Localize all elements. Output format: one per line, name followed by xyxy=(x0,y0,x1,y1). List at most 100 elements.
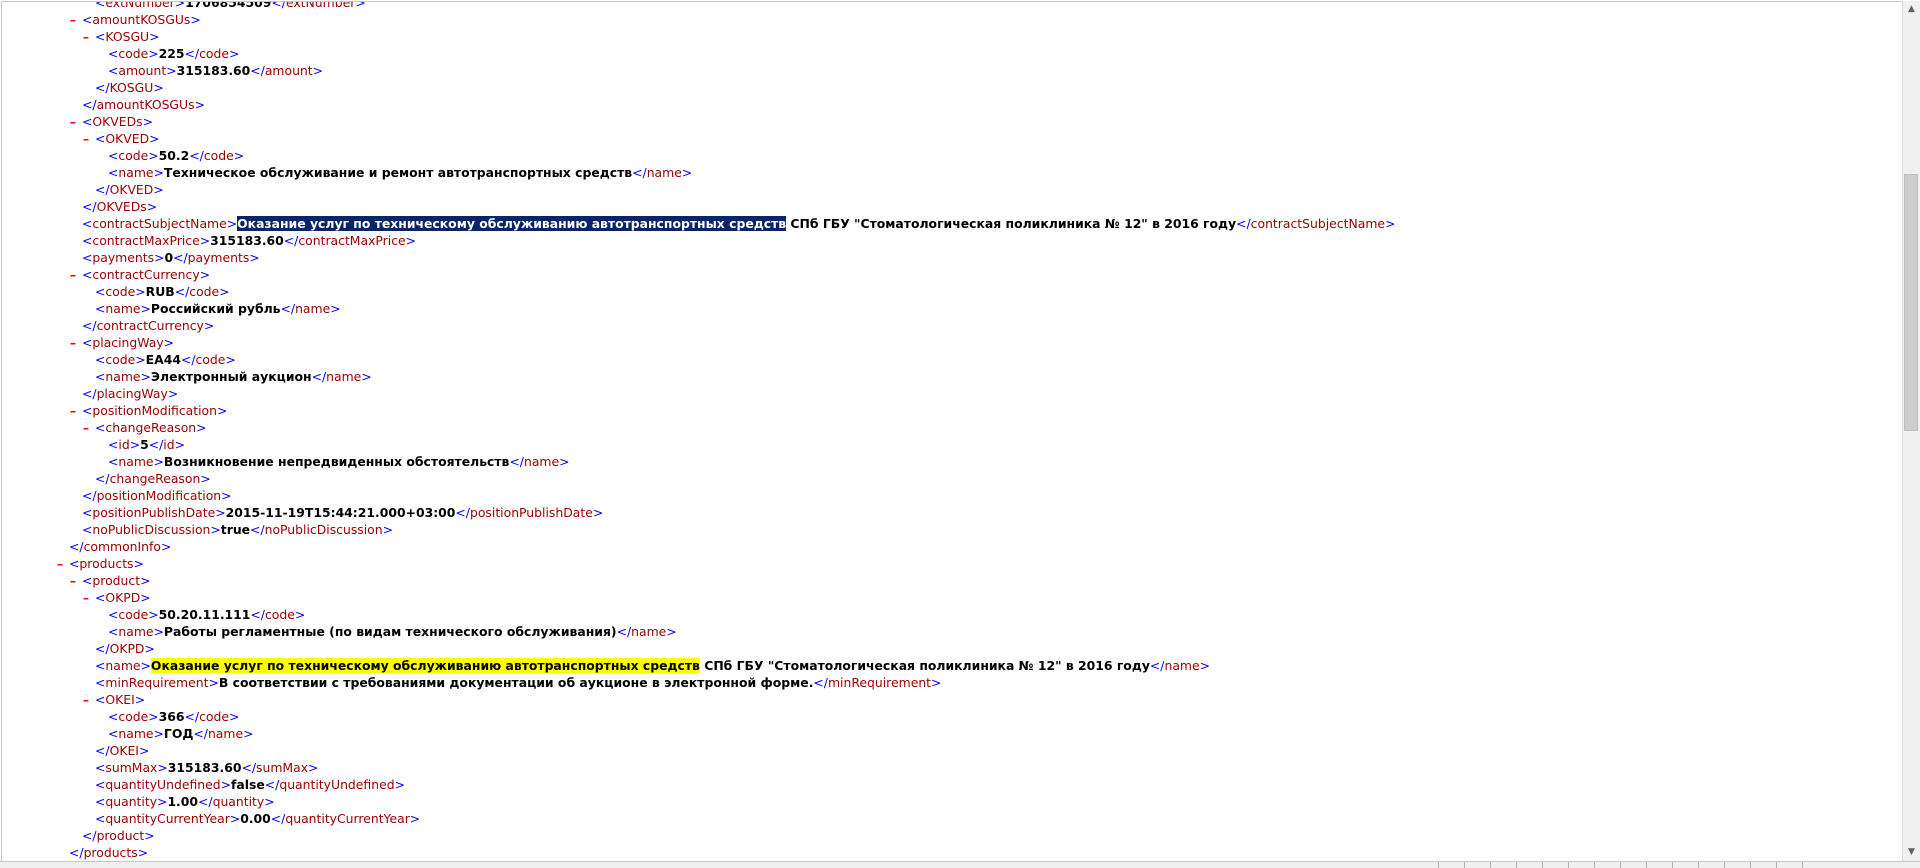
xml-line: <code>EA44</code> xyxy=(95,351,236,368)
xml-tag-name: amountKOSGUs xyxy=(92,12,191,27)
collapse-toggle-icon[interactable]: – xyxy=(67,113,79,130)
xml-bracket: > xyxy=(157,760,168,775)
xml-bracket: < xyxy=(108,165,119,180)
xml-tag-name: code xyxy=(118,709,149,724)
xml-bracket: < xyxy=(95,675,106,690)
xml-bracket: < xyxy=(69,556,80,571)
collapse-toggle-icon[interactable]: – xyxy=(80,28,92,45)
xml-bracket: < xyxy=(95,692,106,707)
collapse-toggle-icon[interactable]: – xyxy=(67,334,79,351)
xml-tag-name: positionModification xyxy=(96,488,222,503)
xml-tag-name: quantityUndefined xyxy=(279,777,395,792)
xml-bracket: </ xyxy=(455,505,470,520)
xml-bracket: < xyxy=(82,335,93,350)
collapse-toggle-icon[interactable]: – xyxy=(67,572,79,589)
xml-bracket: > xyxy=(154,250,165,265)
xml-tag-name: OKVEDs xyxy=(92,114,143,129)
xml-tag-name: contractMaxPrice xyxy=(298,233,406,248)
scrollbar-thumb[interactable] xyxy=(1904,174,1918,431)
xml-bracket: > xyxy=(163,335,175,350)
xml-bracket: > xyxy=(217,403,228,418)
xml-text-value: Возникновение непредвиденных обстоятельс… xyxy=(163,454,510,469)
xml-bracket: > xyxy=(167,386,179,401)
xml-bracket: > xyxy=(140,573,151,588)
xml-tag-name: name xyxy=(105,369,141,384)
xml-bracket: < xyxy=(95,811,106,826)
xml-bracket: > xyxy=(221,488,232,503)
xml-text-value: 1.00 xyxy=(167,794,199,809)
xml-tag-name: OKPD xyxy=(105,590,141,605)
collapse-toggle-icon[interactable]: – xyxy=(67,402,79,419)
scroll-up-arrow-icon[interactable]: ▲ xyxy=(1903,1,1920,18)
xml-bracket: < xyxy=(95,369,106,384)
xml-tag-name: code xyxy=(118,46,149,61)
xml-text-value: Техническое обслуживание и ремонт автотр… xyxy=(163,165,633,180)
xml-bracket: > xyxy=(134,692,146,707)
xml-tag-name: placingWay xyxy=(92,335,164,350)
collapse-toggle-icon[interactable]: – xyxy=(67,11,79,28)
xml-tag-name: code xyxy=(118,607,149,622)
xml-text-value: Электронный аукцион xyxy=(150,369,312,384)
xml-tag-name: OKEI xyxy=(109,743,139,758)
xml-tag-name: positionPublishDate xyxy=(92,505,216,520)
xml-bracket: < xyxy=(95,658,106,673)
xml-viewer: <extNumber>1706854509</extNumber> – <amoun… xyxy=(1,1,1902,862)
collapse-toggle-icon[interactable]: – xyxy=(80,419,92,436)
collapse-toggle-icon[interactable]: – xyxy=(54,555,66,572)
collapse-toggle-icon[interactable]: – xyxy=(80,130,92,147)
xml-line: <quantityCurrentYear>0.00</quantityCurre… xyxy=(95,810,420,827)
xml-tag-name: quantity xyxy=(105,794,158,809)
xml-bracket: > xyxy=(194,97,205,112)
xml-bracket: > xyxy=(157,794,168,809)
xml-bracket: > xyxy=(405,233,417,248)
xml-line: </changeReason> xyxy=(95,470,211,487)
xml-tag-name: sumMax xyxy=(256,760,309,775)
xml-tag-name: id xyxy=(118,437,130,452)
xml-line: – <positionModification> xyxy=(70,402,228,419)
vertical-scrollbar[interactable]: ▲ ▼ xyxy=(1902,1,1920,861)
xml-tag-name: name xyxy=(105,301,141,316)
xml-tag-name: quantity xyxy=(212,794,265,809)
xml-bracket: </ xyxy=(250,63,265,78)
xml-tag-name: positionPublishDate xyxy=(469,505,593,520)
xml-text-value: СПб ГБУ "Стоматологическая поликлиника №… xyxy=(699,658,1150,673)
scroll-down-arrow-icon[interactable]: ▼ xyxy=(1903,844,1920,861)
xml-line: </positionModification> xyxy=(82,487,232,504)
xml-bracket: </ xyxy=(241,760,257,775)
xml-bracket: </ xyxy=(250,607,265,622)
xml-bracket: </ xyxy=(509,454,524,469)
xml-tag-name: contractCurrency xyxy=(92,267,200,282)
xml-line: </KOSGU> xyxy=(95,79,164,96)
xml-tag-name: positionModification xyxy=(92,403,217,418)
xml-line: <code>50.20.11.111</code> xyxy=(108,606,305,623)
xml-bracket: > xyxy=(394,777,405,792)
xml-text-value: ГОД xyxy=(163,726,194,741)
xml-line: <noPublicDiscussion>true</noPublicDiscus… xyxy=(82,521,393,538)
collapse-toggle-icon[interactable]: – xyxy=(80,691,92,708)
xml-bracket: > xyxy=(225,352,236,367)
xml-bracket: > xyxy=(931,675,942,690)
xml-bracket: > xyxy=(153,182,164,197)
xml-tag-name: OKVED xyxy=(109,182,154,197)
xml-tag-name: payments xyxy=(92,250,155,265)
xml-tag-name: name xyxy=(326,369,362,384)
xml-bracket: > xyxy=(140,590,151,605)
xml-tag-name: contractCurrency xyxy=(96,318,204,333)
xml-bracket: > xyxy=(199,267,211,282)
xml-bracket: > xyxy=(148,709,159,724)
xml-bracket: > xyxy=(355,1,366,10)
xml-tag-name: OKVED xyxy=(105,131,150,146)
xml-bracket: > xyxy=(229,811,241,826)
xml-line: – <changeReason> xyxy=(83,419,207,436)
xml-bracket: > xyxy=(330,301,341,316)
xml-bracket: </ xyxy=(82,318,97,333)
xml-line: <code>225</code> xyxy=(108,45,239,62)
collapse-toggle-icon[interactable]: – xyxy=(80,589,92,606)
xml-tag-name: KOSGU xyxy=(109,80,154,95)
xml-bracket: > xyxy=(166,63,177,78)
xml-tag-name: contractSubjectName xyxy=(92,216,227,231)
xml-tag-name: extNumber xyxy=(285,1,356,10)
xml-bracket: < xyxy=(82,114,93,129)
xml-bracket: </ xyxy=(198,794,213,809)
collapse-toggle-icon[interactable]: – xyxy=(67,266,79,283)
